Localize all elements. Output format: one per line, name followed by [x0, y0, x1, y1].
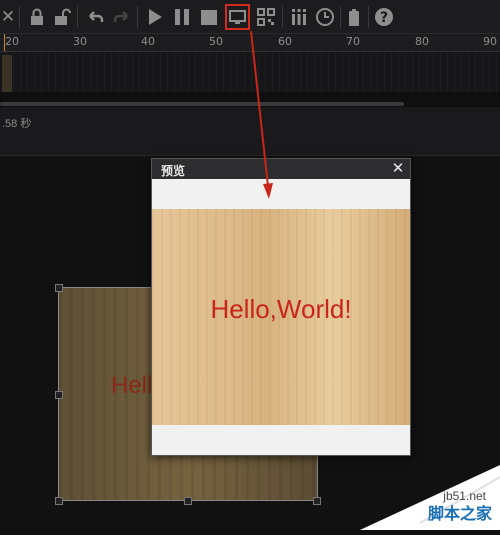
time-panel	[0, 107, 500, 156]
preview-text: Hello,World!	[210, 294, 352, 324]
stop-icon[interactable]	[199, 7, 219, 27]
ruler-tick-label: 80	[415, 35, 429, 48]
resize-handle[interactable]	[55, 497, 63, 505]
timeline-ruler[interactable]: 20 30 40 50 60 70 80 90	[0, 34, 500, 52]
ruler-tick-label: 30	[73, 35, 87, 48]
qr-code-icon[interactable]	[256, 7, 276, 27]
timeline-track[interactable]	[0, 52, 500, 92]
equalizer-icon[interactable]	[289, 7, 309, 27]
time-readout: .58 秒	[2, 118, 32, 130]
watermark-name: 脚本之家	[427, 506, 492, 523]
resize-handle[interactable]	[55, 391, 63, 399]
horizontal-scrollbar[interactable]	[0, 102, 404, 106]
preview-icon[interactable]	[225, 4, 250, 30]
lock-icon[interactable]	[27, 7, 47, 27]
divider	[137, 6, 138, 28]
unlock-icon[interactable]	[52, 7, 72, 27]
resize-handle[interactable]	[55, 284, 63, 292]
ruler-tick-label: 70	[346, 35, 360, 48]
pause-icon[interactable]	[172, 7, 192, 27]
battery-icon[interactable]	[344, 7, 364, 27]
dialog-title: 预览	[161, 164, 186, 178]
resize-handle[interactable]	[184, 497, 192, 505]
divider	[368, 6, 369, 28]
divider	[340, 6, 341, 28]
ruler-tick-label: 50	[209, 35, 223, 48]
preview-dialog: 预览 ✕ Hello,World!	[151, 158, 411, 456]
dialog-header[interactable]: 预览 ✕	[152, 159, 410, 179]
undo-icon[interactable]	[85, 7, 105, 27]
watermark: jb51.net 脚本之家	[360, 465, 500, 530]
ruler-tick-label: 60	[278, 35, 292, 48]
divider	[19, 6, 20, 28]
ruler-tick-label: 40	[141, 35, 155, 48]
ruler-tick-label: 20	[5, 35, 19, 48]
keyframe-block[interactable]	[2, 55, 12, 92]
ruler-tick-label: 90	[483, 35, 497, 48]
resize-handle[interactable]	[313, 497, 321, 505]
clock-icon[interactable]	[315, 7, 335, 27]
redo-icon[interactable]	[112, 7, 132, 27]
playhead[interactable]	[4, 34, 5, 51]
svg-text:?: ?	[380, 10, 388, 26]
divider	[77, 6, 78, 28]
close-icon[interactable]: ✕	[0, 7, 18, 27]
help-icon[interactable]: ?	[374, 7, 394, 27]
toolbar: ✕ ?	[0, 0, 500, 34]
divider	[282, 6, 283, 28]
close-icon[interactable]: ✕	[390, 160, 406, 178]
play-icon[interactable]	[145, 7, 165, 27]
